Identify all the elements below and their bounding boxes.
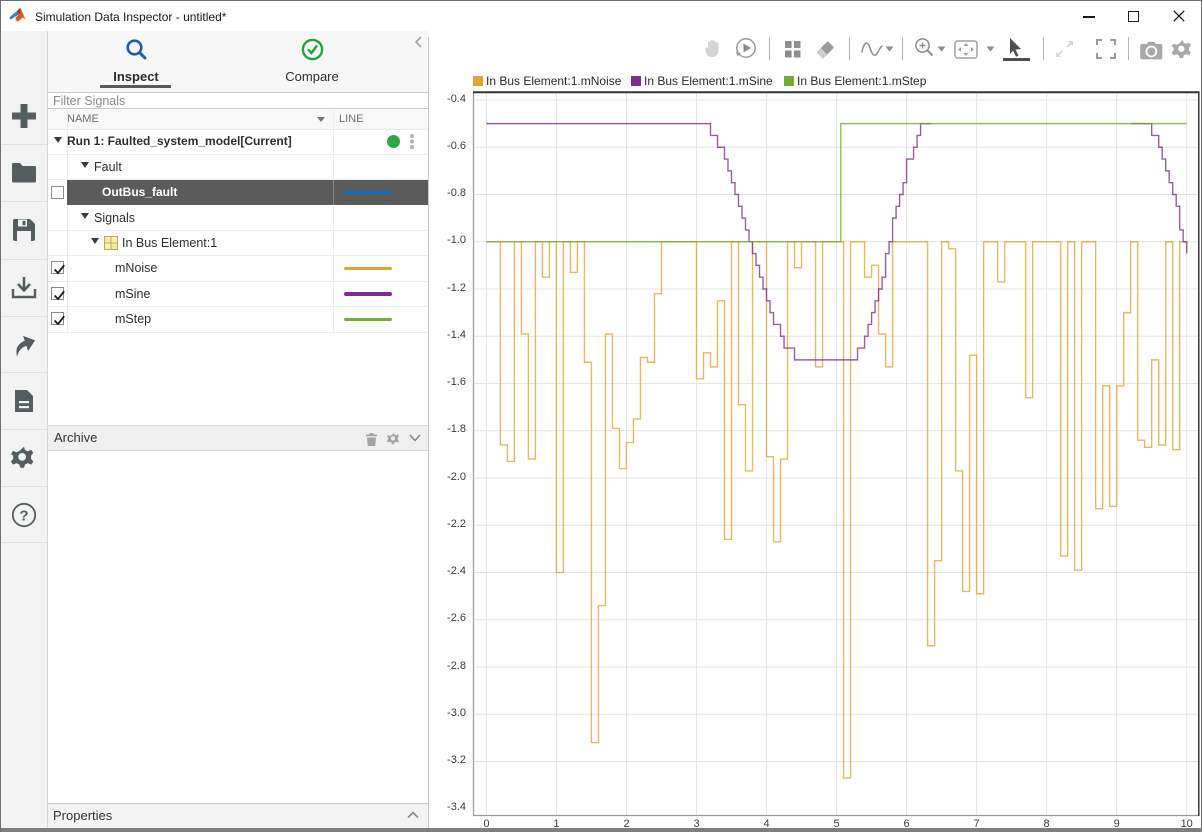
svg-text:?: ? bbox=[19, 508, 28, 525]
